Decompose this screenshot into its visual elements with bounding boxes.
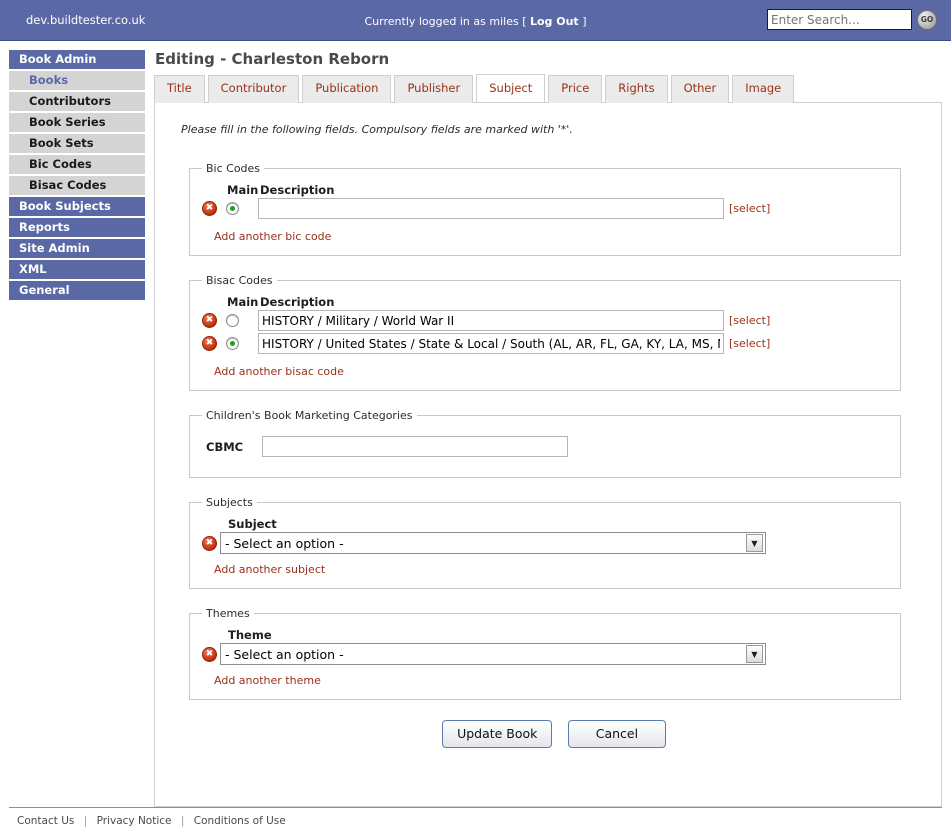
theme-select[interactable]: - Select an option - ▼ [220, 643, 766, 665]
delete-icon[interactable]: ✖ [202, 201, 217, 216]
sidebar-item-bisac-codes[interactable]: Bisac Codes [9, 176, 145, 195]
footer-link-privacy-notice[interactable]: Privacy Notice [97, 815, 172, 827]
tab-other[interactable]: Other [670, 75, 730, 103]
theme-row: ✖ - Select an option - ▼ [202, 643, 888, 665]
bic-main-radio[interactable] [226, 202, 239, 215]
bisac-select-link[interactable]: [select] [729, 337, 770, 350]
search-go-button[interactable]: GO [917, 9, 937, 30]
login-status-prefix: Currently logged in as miles [ [364, 15, 527, 28]
cbmc-input[interactable] [262, 436, 568, 457]
bisac-select-link[interactable]: [select] [729, 314, 770, 327]
bisac-codes-legend: Bisac Codes [206, 274, 273, 287]
bic-description-header: Description [260, 183, 335, 197]
sidebar-item-xml[interactable]: XML [9, 260, 145, 279]
main-content: Editing - Charleston Reborn Title Contri… [145, 41, 951, 807]
bisac-description-input[interactable] [258, 333, 724, 354]
bisac-main-radio[interactable] [226, 314, 239, 327]
subject-select-value: - Select an option - [225, 535, 344, 551]
form-inner: Please fill in the following fields. Com… [155, 103, 941, 748]
bic-codes-legend: Bic Codes [206, 162, 261, 175]
subjects-legend: Subjects [206, 496, 253, 509]
theme-select-value: - Select an option - [225, 646, 344, 662]
sidebar-item-books[interactable]: Books [9, 71, 145, 90]
bic-main-header: Main [227, 183, 259, 197]
footer-separator: | [83, 815, 88, 827]
footer-link-conditions-of-use[interactable]: Conditions of Use [194, 815, 286, 827]
delete-icon[interactable]: ✖ [202, 313, 217, 328]
footer-separator: | [180, 815, 185, 827]
tab-contributor[interactable]: Contributor [207, 75, 300, 103]
page-title: Editing - Charleston Reborn [155, 50, 390, 68]
bisac-codes-fieldset: Bisac Codes Main Description ✖ HISTORY /… [189, 274, 901, 391]
bic-select-link[interactable]: [select] [729, 202, 770, 215]
themes-legend: Themes [206, 607, 250, 620]
bic-codes-fieldset: Bic Codes Main Description ✖ [select] Ad… [189, 162, 901, 256]
sidebar-nav: Book Admin Books Contributors Book Serie… [0, 41, 145, 302]
tab-publication[interactable]: Publication [302, 75, 392, 103]
add-another-subject-link[interactable]: Add another subject [214, 563, 325, 576]
tab-publisher[interactable]: Publisher [394, 75, 474, 103]
search-area: GO [767, 9, 937, 30]
cbmc-fieldset: Children's Book Marketing Categories CBM… [189, 409, 901, 478]
subjects-fieldset: Subjects Subject ✖ - Select an option - … [189, 496, 901, 589]
editing-tabs: Title Contributor Publication Publisher … [154, 74, 942, 103]
bisac-codes-column-headers: Main Description [202, 295, 888, 309]
sidebar-item-book-series[interactable]: Book Series [9, 113, 145, 132]
form-instructions: Please fill in the following fields. Com… [181, 123, 573, 136]
top-header-bar: dev.buildtester.co.uk Currently logged i… [0, 0, 951, 41]
tab-rights[interactable]: Rights [605, 75, 668, 103]
chevron-down-icon: ▼ [746, 534, 763, 552]
bisac-main-header: Main [227, 295, 259, 309]
sidebar-item-site-admin[interactable]: Site Admin [9, 239, 145, 258]
form-actions: Update Book Cancel [181, 720, 919, 748]
add-another-bic-code-link[interactable]: Add another bic code [214, 230, 331, 243]
log-out-link[interactable]: Log Out [530, 15, 579, 28]
subject-select[interactable]: - Select an option - ▼ [220, 532, 766, 554]
login-status-suffix: ] [582, 15, 587, 28]
update-book-button[interactable]: Update Book [442, 720, 553, 748]
tab-subject[interactable]: Subject [476, 74, 546, 102]
sidebar-item-book-subjects[interactable]: Book Subjects [9, 197, 145, 216]
bisac-main-radio[interactable] [226, 337, 239, 350]
bisac-description-header: Description [260, 295, 335, 309]
cancel-button[interactable]: Cancel [567, 720, 666, 748]
footer-links: Contact Us | Privacy Notice | Conditions… [9, 807, 942, 834]
sidebar-item-contributors[interactable]: Contributors [9, 92, 145, 111]
sidebar-item-bic-codes[interactable]: Bic Codes [9, 155, 145, 174]
add-another-bisac-code-link[interactable]: Add another bisac code [214, 365, 344, 378]
bisac-code-row: ✖ [select] [202, 333, 888, 354]
page-body: Book Admin Books Contributors Book Serie… [0, 41, 951, 807]
delete-icon[interactable]: ✖ [202, 336, 217, 351]
search-input[interactable] [767, 9, 912, 30]
bisac-code-row: ✖ [select] [202, 310, 888, 331]
tab-title[interactable]: Title [154, 75, 205, 103]
subject-form-panel: Please fill in the following fields. Com… [154, 102, 942, 807]
sidebar-item-book-admin[interactable]: Book Admin [9, 50, 145, 69]
bisac-description-input[interactable] [258, 310, 724, 331]
delete-icon[interactable]: ✖ [202, 646, 217, 662]
cbmc-legend: Children's Book Marketing Categories [206, 409, 413, 422]
themes-fieldset: Themes Theme ✖ - Select an option - ▼ Ad… [189, 607, 901, 700]
tab-image[interactable]: Image [732, 75, 795, 103]
subject-row: ✖ - Select an option - ▼ [202, 532, 888, 554]
bic-codes-column-headers: Main Description [202, 183, 888, 197]
delete-icon[interactable]: ✖ [202, 535, 217, 551]
bic-code-row: ✖ [select] [202, 198, 888, 219]
title-and-tabs: Editing - Charleston Reborn Title Contri… [154, 50, 942, 103]
cbmc-row: CBMC [202, 430, 888, 465]
add-another-theme-link[interactable]: Add another theme [214, 674, 321, 687]
chevron-down-icon: ▼ [746, 645, 763, 663]
sidebar-item-book-sets[interactable]: Book Sets [9, 134, 145, 153]
tab-price[interactable]: Price [548, 75, 603, 103]
sidebar-item-general[interactable]: General [9, 281, 145, 300]
cbmc-label: CBMC [206, 439, 244, 454]
subject-field-label: Subject [228, 517, 277, 531]
bic-description-input[interactable] [258, 198, 724, 219]
sidebar-item-reports[interactable]: Reports [9, 218, 145, 237]
theme-field-label: Theme [228, 628, 272, 642]
footer-link-contact-us[interactable]: Contact Us [17, 815, 74, 827]
